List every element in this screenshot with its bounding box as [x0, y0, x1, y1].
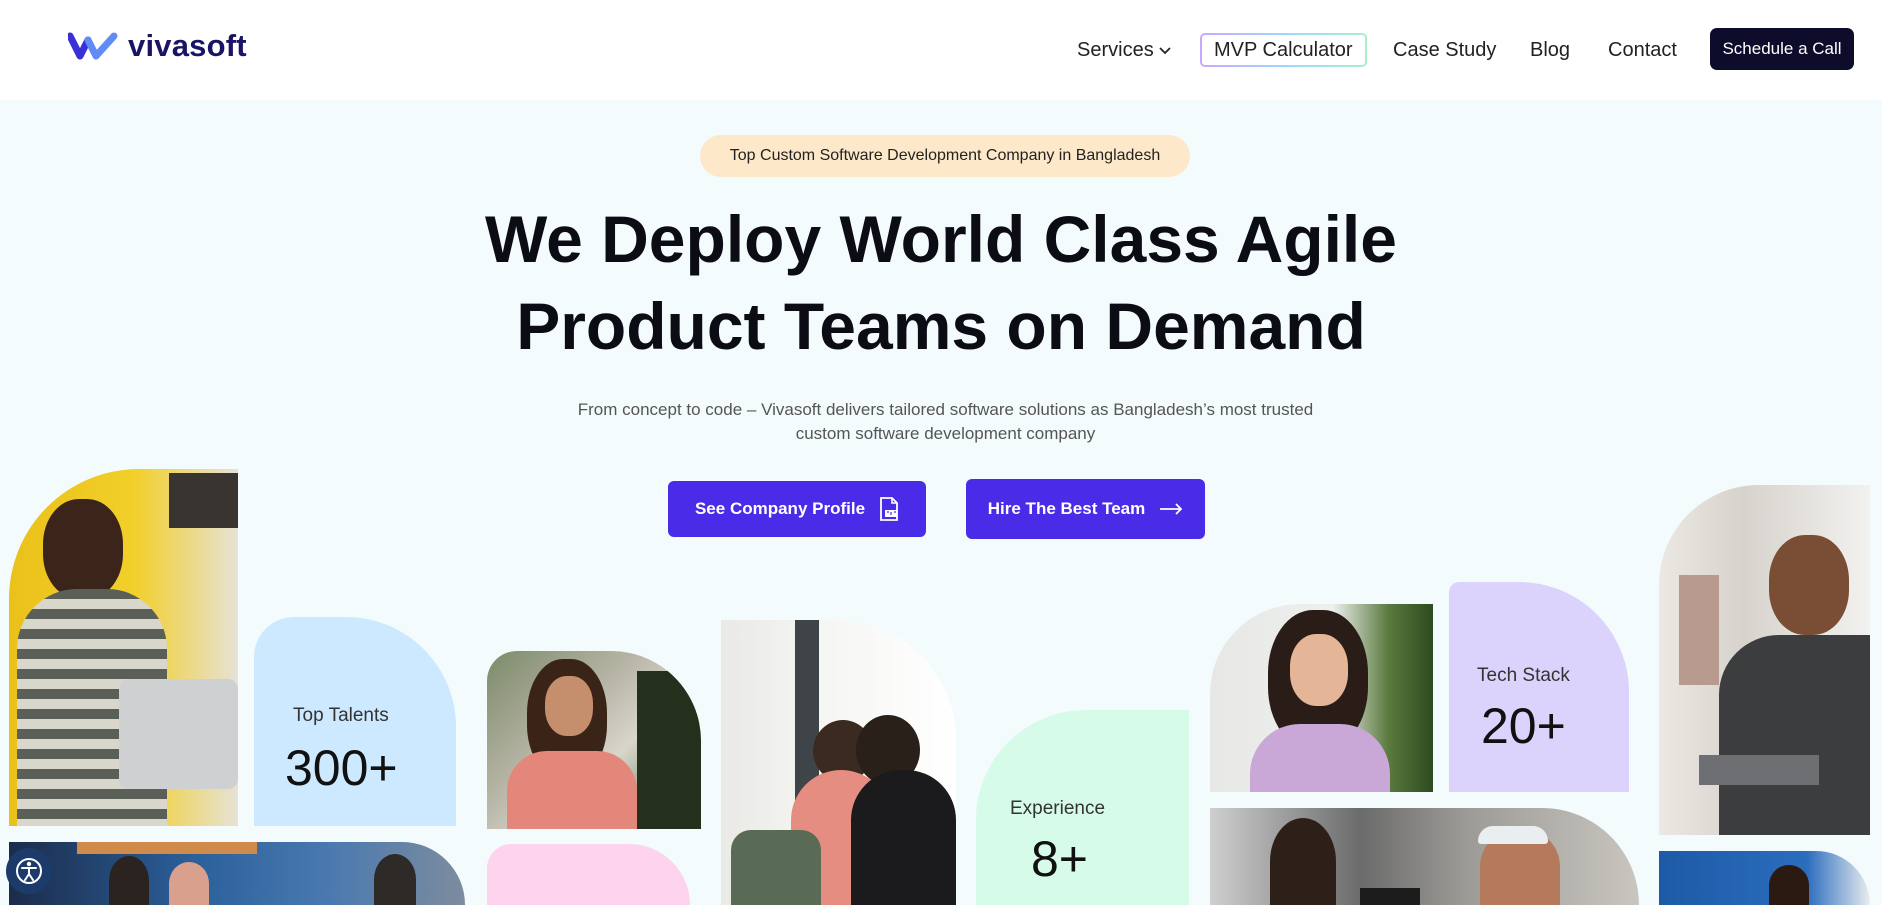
nav-services-label: Services [1077, 39, 1154, 61]
photo-woman-portrait [1210, 604, 1433, 792]
hire-best-team-button[interactable]: Hire The Best Team [966, 479, 1205, 539]
stat-tech-label: Tech Stack [1477, 665, 1570, 686]
see-company-profile-button[interactable]: See Company Profile [668, 481, 926, 537]
nav-services[interactable]: Services [1077, 30, 1172, 70]
hero-title-line-2: Product Teams on Demand [516, 289, 1366, 363]
hero-badge: Top Custom Software Development Company … [700, 135, 1190, 177]
pink-accent-shape [487, 844, 690, 905]
photo-team-blue-wall [1659, 851, 1870, 905]
nav-contact[interactable]: Contact [1608, 30, 1677, 70]
hire-best-team-label: Hire The Best Team [987, 499, 1146, 518]
photo-developer-laptop [9, 469, 238, 826]
photo-colleagues-laughing [721, 620, 956, 905]
photo-team-meeting [9, 842, 465, 905]
see-company-profile-label: See Company Profile [694, 499, 866, 518]
accessibility-icon [16, 858, 42, 884]
stat-experience-value: 8+ [1031, 831, 1089, 887]
hero-title: We Deploy World Class Agile Product Team… [0, 196, 1882, 370]
accessibility-button[interactable] [6, 848, 52, 894]
stat-card-tech-stack: Tech Stack 20+ [1449, 582, 1629, 792]
hero-title-line-1: We Deploy World Class Agile [485, 202, 1397, 276]
stat-tech-value: 20+ [1481, 698, 1566, 754]
photo-man-typing [1659, 485, 1870, 835]
pdf-icon [880, 497, 898, 521]
stat-talents-label: Top Talents [293, 705, 389, 726]
photo-developers-discussion [1210, 808, 1639, 905]
hero-subtitle: From concept to code – Vivasoft delivers… [577, 400, 1314, 443]
stat-card-top-talents: Top Talents 300+ [254, 617, 456, 826]
stat-talents-value: 300+ [285, 740, 398, 796]
stat-experience-label: Experience [1010, 798, 1106, 819]
photo-woman-smiling [487, 651, 701, 829]
stat-card-experience: Experience 8+ [976, 710, 1189, 905]
nav-case-study[interactable]: Case Study [1393, 30, 1496, 70]
main-nav: Services MVP Calculator Case Study Blog … [0, 28, 1882, 70]
schedule-call-button[interactable]: Schedule a Call [1710, 28, 1854, 70]
nav-mvp-calculator[interactable]: MVP Calculator [1200, 33, 1367, 67]
chevron-down-icon [1159, 47, 1171, 55]
nav-blog[interactable]: Blog [1530, 30, 1570, 70]
site-header: vivasoft Services MVP Calculator Case St… [0, 0, 1882, 100]
arrow-right-icon [1160, 503, 1183, 515]
